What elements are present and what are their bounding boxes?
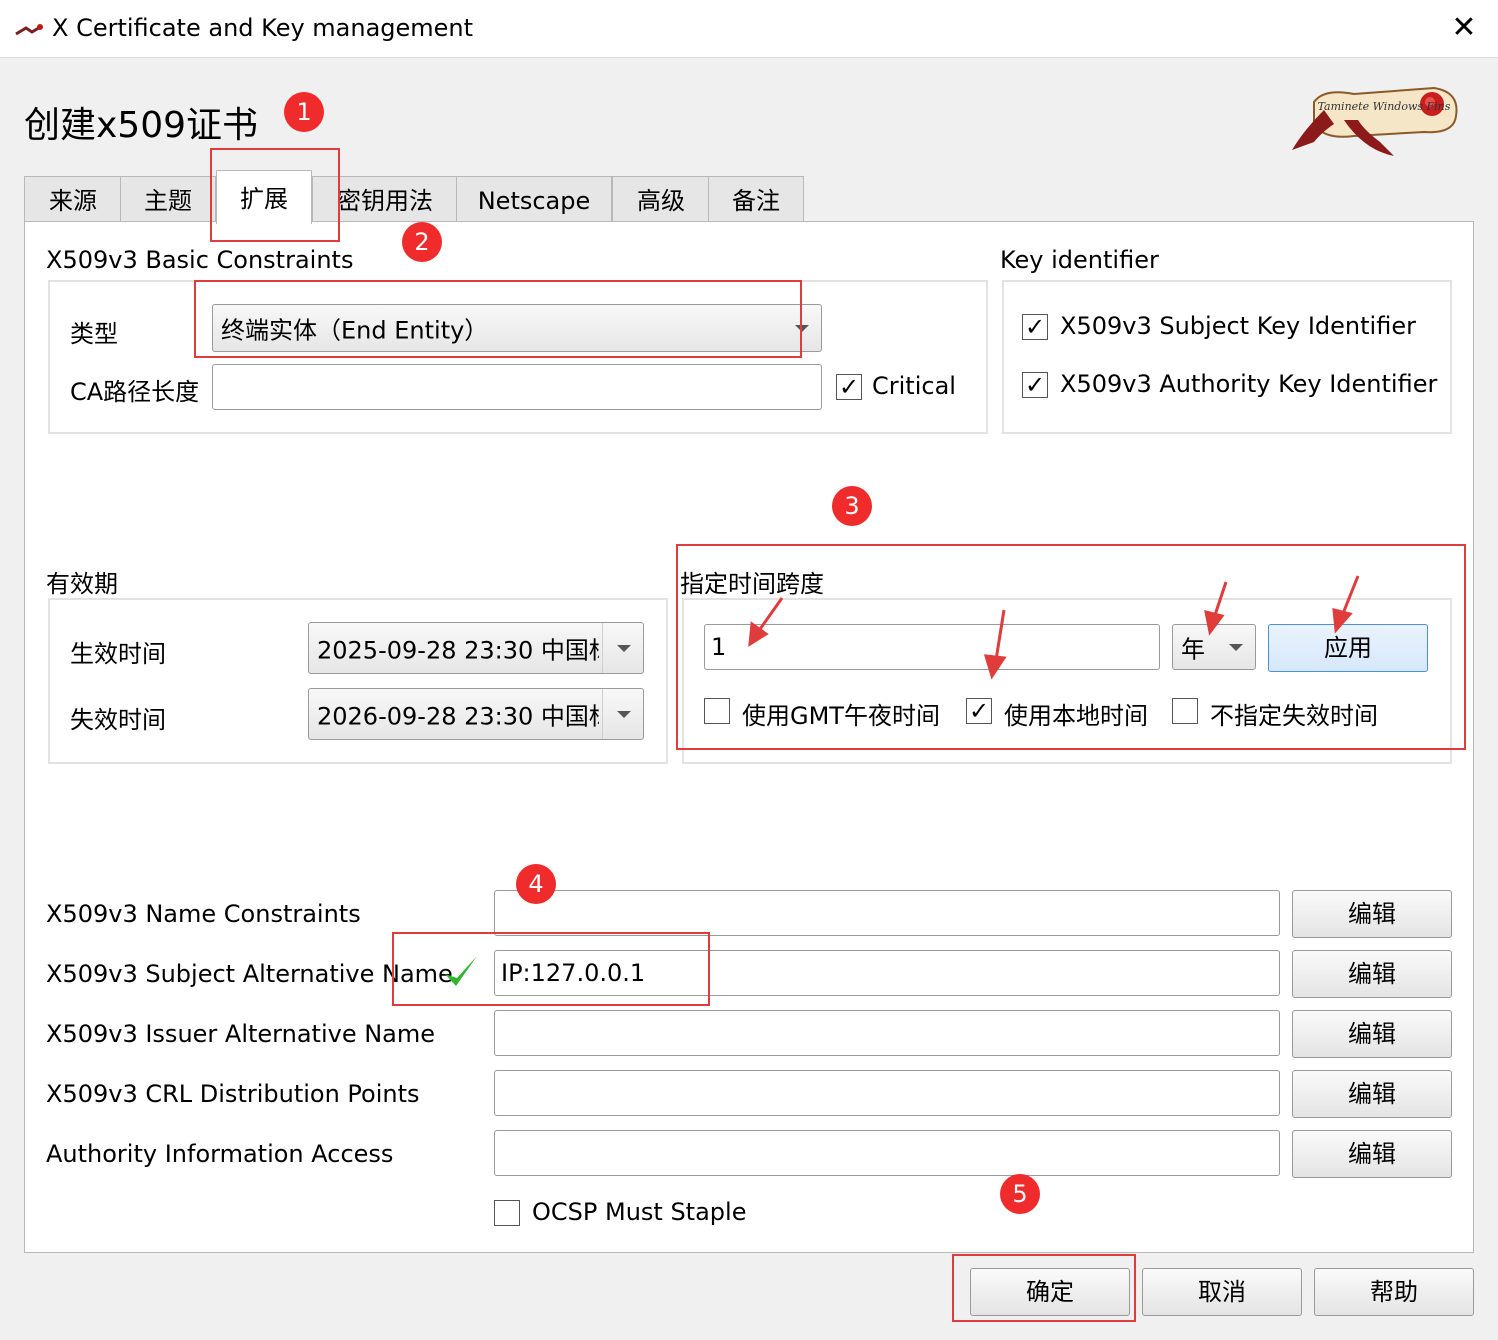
tab-source[interactable]: 来源 xyxy=(24,176,122,222)
type-label: 类型 xyxy=(70,320,118,348)
app-logo: Taminete Windows Fins xyxy=(1292,86,1458,156)
validity-label: 有效期 xyxy=(46,570,118,598)
no-expiry-label: 不指定失效时间 xyxy=(1210,702,1378,730)
subject-key-id-label: X509v3 Subject Key Identifier xyxy=(1060,312,1416,340)
crl-distribution-edit-button[interactable]: 编辑 xyxy=(1292,1070,1452,1118)
time-range-amount-input[interactable]: 1 xyxy=(704,624,1160,670)
authority-key-id-label: X509v3 Authority Key Identifier xyxy=(1060,370,1438,398)
subject-alt-name-label: X509v3 Subject Alternative Name xyxy=(46,960,453,988)
authority-info-access-edit-button[interactable]: 编辑 xyxy=(1292,1130,1452,1178)
no-expiry-checkbox[interactable] xyxy=(1172,698,1198,724)
authority-info-access-label: Authority Information Access xyxy=(46,1140,394,1168)
subject-alt-name-edit-button[interactable]: 编辑 xyxy=(1292,950,1452,998)
close-icon[interactable]: ✕ xyxy=(1444,8,1484,48)
tab-extensions[interactable]: 扩展 xyxy=(216,170,312,224)
gmt-midnight-label: 使用GMT午夜时间 xyxy=(742,702,940,730)
help-button[interactable]: 帮助 xyxy=(1314,1268,1474,1316)
cancel-button[interactable]: 取消 xyxy=(1142,1268,1302,1316)
app-icon xyxy=(15,24,43,36)
not-after-datetime[interactable]: 2026-09-28 23:30 中国标准时间 xyxy=(308,688,644,740)
ocsp-must-staple-label: OCSP Must Staple xyxy=(532,1198,747,1226)
annotation-badge-2: 2 xyxy=(402,222,442,262)
annotation-badge-4: 4 xyxy=(516,864,556,904)
name-constraints-label: X509v3 Name Constraints xyxy=(46,900,361,928)
path-length-input[interactable] xyxy=(212,364,822,410)
tab-comment[interactable]: 备注 xyxy=(708,176,804,222)
key-identifier-label: Key identifier xyxy=(1000,246,1159,274)
chevron-down-icon xyxy=(617,645,631,652)
critical-checkbox[interactable]: ✓ xyxy=(836,374,862,400)
time-range-group xyxy=(682,598,1452,764)
crl-distribution-input[interactable] xyxy=(494,1070,1280,1116)
authority-key-id-checkbox[interactable]: ✓ xyxy=(1022,372,1048,398)
issuer-alt-name-label: X509v3 Issuer Alternative Name xyxy=(46,1020,436,1048)
tab-netscape[interactable]: Netscape xyxy=(456,176,612,222)
type-select[interactable]: 终端实体（End Entity） xyxy=(212,304,822,352)
time-range-unit-select[interactable]: 年 xyxy=(1172,624,1256,670)
local-time-checkbox[interactable]: ✓ xyxy=(966,698,992,724)
not-before-label: 生效时间 xyxy=(70,640,166,668)
name-constraints-edit-button[interactable]: 编辑 xyxy=(1292,890,1452,938)
chevron-down-icon xyxy=(617,711,631,718)
critical-label: Critical xyxy=(872,372,956,400)
issuer-alt-name-edit-button[interactable]: 编辑 xyxy=(1292,1010,1452,1058)
type-select-value: 终端实体（End Entity） xyxy=(221,316,489,345)
annotation-badge-5: 5 xyxy=(1000,1174,1040,1214)
time-range-label: 指定时间跨度 xyxy=(680,570,824,598)
logo-text: Taminete Windows Fins xyxy=(1318,100,1451,113)
path-length-label: CA路径长度 xyxy=(70,378,200,406)
crl-distribution-label: X509v3 CRL Distribution Points xyxy=(46,1080,420,1108)
valid-check-icon xyxy=(445,956,477,986)
ok-button[interactable]: 确定 xyxy=(970,1268,1130,1316)
local-time-label: 使用本地时间 xyxy=(1004,702,1148,730)
authority-info-access-input[interactable] xyxy=(494,1130,1280,1176)
not-after-value: 2026-09-28 23:30 中国标准时间 xyxy=(317,702,599,731)
basic-constraints-label: X509v3 Basic Constraints xyxy=(46,246,354,274)
tab-advanced[interactable]: 高级 xyxy=(612,176,710,222)
key-identifier-group xyxy=(1002,280,1452,434)
chevron-down-icon xyxy=(795,325,809,332)
apply-button[interactable]: 应用 xyxy=(1268,624,1428,672)
window-title: X Certificate and Key management xyxy=(52,14,474,42)
not-after-label: 失效时间 xyxy=(70,706,166,734)
subject-alt-name-input[interactable]: IP:127.0.0.1 xyxy=(494,950,1280,996)
page-title: 创建x509证书 xyxy=(24,105,259,146)
not-before-datetime[interactable]: 2025-09-28 23:30 中国标准时间 xyxy=(308,622,644,674)
tab-key-usage[interactable]: 密钥用法 xyxy=(312,176,458,222)
not-before-value: 2025-09-28 23:30 中国标准时间 xyxy=(317,636,599,665)
gmt-midnight-checkbox[interactable] xyxy=(704,698,730,724)
subject-key-id-checkbox[interactable]: ✓ xyxy=(1022,314,1048,340)
name-constraints-input[interactable] xyxy=(494,890,1280,936)
annotation-badge-3: 3 xyxy=(832,486,872,526)
issuer-alt-name-input[interactable] xyxy=(494,1010,1280,1056)
title-bar: X Certificate and Key management ✕ xyxy=(0,0,1498,58)
ocsp-must-staple-checkbox[interactable] xyxy=(494,1200,520,1226)
annotation-badge-1: 1 xyxy=(284,92,324,132)
tab-subject[interactable]: 主题 xyxy=(120,176,216,222)
chevron-down-icon xyxy=(1229,644,1243,651)
